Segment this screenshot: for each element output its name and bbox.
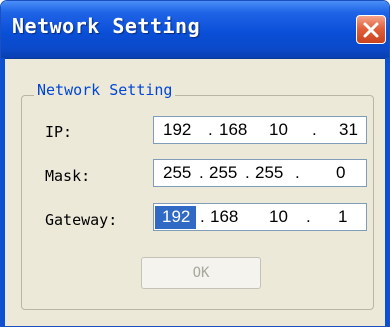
ip-address-field[interactable]: 192 . 168 10 . 31: [153, 116, 367, 144]
gateway-dot-3: .: [306, 207, 311, 226]
gateway-octet-4[interactable]: 1: [338, 207, 347, 227]
mask-octet-2[interactable]: 255: [209, 163, 237, 183]
dialog-window: Network Setting Network Setting IP: 192 …: [0, 0, 390, 327]
close-icon: [363, 22, 379, 37]
mask-octet-4[interactable]: 0: [336, 163, 345, 183]
ok-button[interactable]: OK: [141, 257, 261, 289]
gateway-dot-1: .: [200, 207, 205, 226]
ip-dot-3: .: [312, 120, 317, 139]
mask-dot-1: .: [199, 163, 204, 182]
gateway-octet-3[interactable]: 10: [269, 207, 288, 227]
ip-octet-4[interactable]: 31: [339, 120, 358, 140]
window-title: Network Setting: [12, 14, 201, 38]
ip-dot-1: .: [208, 120, 213, 139]
gateway-octet-2[interactable]: 168: [210, 207, 238, 227]
window-border-right: [385, 58, 389, 326]
mask-octet-1[interactable]: 255: [163, 163, 191, 183]
close-button[interactable]: [356, 15, 386, 44]
mask-octet-3[interactable]: 255: [255, 163, 283, 183]
mask-label: Mask:: [45, 167, 91, 185]
gateway-label: Gateway:: [45, 211, 118, 229]
gateway-octet-1[interactable]: 192: [155, 206, 197, 229]
ip-octet-3[interactable]: 10: [269, 120, 288, 140]
mask-field[interactable]: 255 . 255 . 255 . 0: [153, 159, 367, 187]
mask-dot-2: .: [245, 163, 250, 182]
ip-octet-2[interactable]: 168: [219, 120, 247, 140]
group-legend: Network Setting: [34, 81, 176, 99]
window-border-left: [1, 58, 5, 326]
title-bar[interactable]: Network Setting: [1, 1, 389, 59]
ip-octet-1[interactable]: 192: [163, 120, 191, 140]
ip-label: IP:: [45, 123, 73, 141]
mask-dot-3: .: [295, 163, 300, 182]
gateway-field[interactable]: 192 . 168 10 . 1: [153, 203, 367, 231]
